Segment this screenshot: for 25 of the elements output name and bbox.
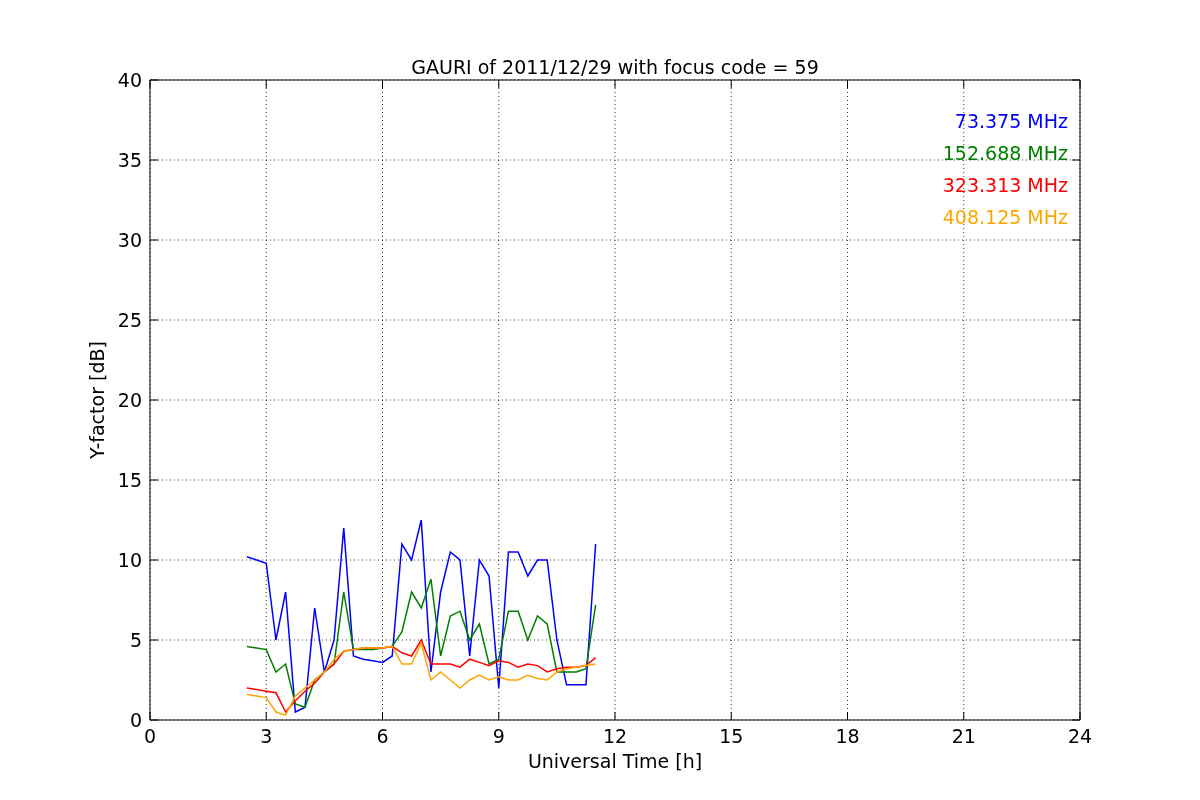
y-tick-label: 15: [117, 469, 142, 491]
x-tick-label: 18: [835, 725, 860, 747]
y-tick-label: 25: [117, 309, 142, 331]
x-tick-label: 21: [951, 725, 976, 747]
x-axis-label: Universal Time [h]: [527, 750, 703, 772]
x-tick-label: 24: [1067, 725, 1093, 747]
legend-label: 408.125 MHz: [942, 206, 1068, 228]
y-tick-label: 35: [117, 149, 142, 171]
y-tick-label: 40: [117, 69, 142, 91]
y-tick-label: 30: [117, 229, 142, 251]
y-axis-label: Y-factor [dB]: [86, 341, 108, 459]
x-tick-label: 12: [602, 725, 628, 747]
y-tick-label: 10: [117, 549, 142, 571]
chart-title: GAURI of 2011/12/29 with focus code = 59: [411, 56, 819, 78]
legend-label: 323.313 MHz: [942, 174, 1068, 196]
y-tick-label: 0: [129, 709, 142, 731]
x-tick-label: 9: [492, 725, 505, 747]
legend-label: 73.375 MHz: [954, 110, 1068, 132]
y-tick-label: 20: [117, 389, 142, 411]
y-tick-label: 5: [129, 629, 142, 651]
x-tick-label: 6: [376, 725, 389, 747]
x-tick-label: 0: [143, 725, 157, 747]
x-tick-label: 3: [260, 725, 273, 747]
legend-label: 152.688 MHz: [942, 142, 1068, 164]
x-tick-label: 15: [719, 725, 744, 747]
